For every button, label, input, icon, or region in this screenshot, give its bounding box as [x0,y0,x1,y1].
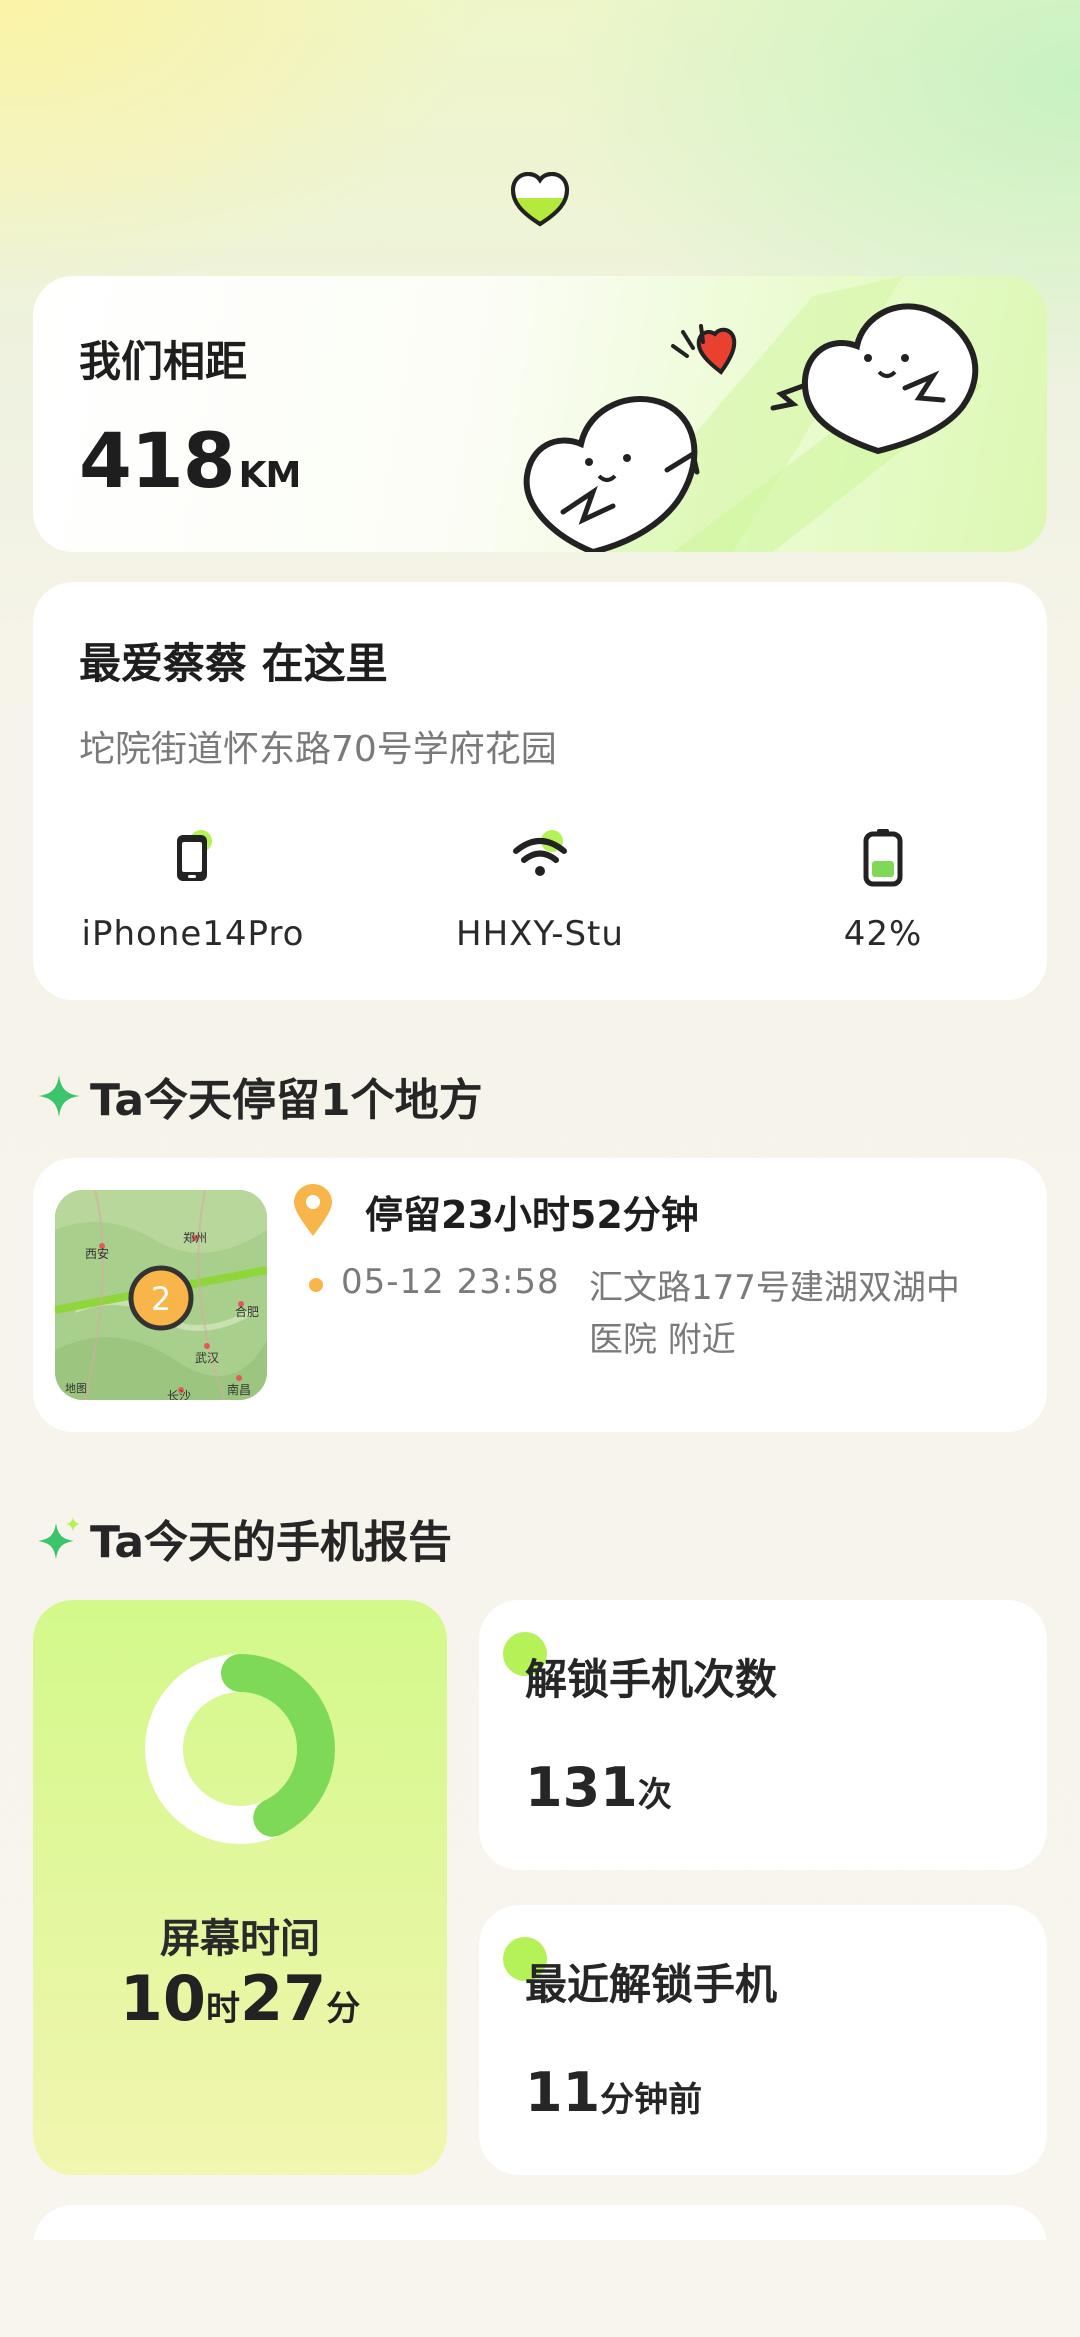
map-label-wuhan: 武汉 [195,1351,219,1365]
phone-icon [177,830,212,881]
map-label-xian: 西安 [85,1246,109,1261]
map-label-nanchang: 南昌 [227,1382,251,1397]
distance-card: 我们相距 418 KM [33,276,1047,552]
partner-address: 坨院街道怀东路70号学府花园 [79,729,557,770]
screen-minutes-unit: 分 [326,1989,361,2029]
stay-time: 05-12 23:58 [341,1262,560,1302]
screen-minutes: 27 [240,1962,327,2035]
map-label-changsha: 长沙 [167,1389,191,1400]
report-section-heading: Ta今天的手机报告 [36,1506,452,1570]
unlock-count-card[interactable]: 解锁手机次数 131次 [479,1600,1047,1870]
screen-hours-unit: 时 [206,1989,240,2029]
report-heading-text: Ta今天的手机报告 [90,1517,453,1568]
location-pin-icon [294,1184,332,1236]
map-label-maps: 地图 [65,1382,87,1395]
partner-location-card[interactable]: 最爱蔡蔡 在这里 坨院街道怀东路70号学府花园 iPhone14Pro HHXY… [33,582,1047,1000]
screen-time-ring [145,1654,335,1844]
unlock-count-title: 解锁手机次数 [525,1655,778,1704]
battery-level: 42% [843,914,923,954]
last-unlock-number: 11 [525,2061,601,2124]
screen-hours: 10 [119,1962,206,2035]
bottom-fade [0,2240,1080,2337]
last-unlock-title: 最近解锁手机 [525,1960,778,2009]
wifi-stat: HHXY-Stu [390,822,690,954]
screen-time-value: 10时27分 [33,1962,447,2035]
last-unlock-card[interactable]: 最近解锁手机 11分钟前 [479,1905,1047,2175]
map-thumbnail: 西安 郑州 合肥 武汉 南昌 长沙 地图 2 [55,1190,267,1400]
hearts-illustration [523,276,983,552]
stay-section-heading: Ta今天停留1个地方 [36,1064,483,1128]
unlock-count-unit: 次 [637,1775,672,1815]
wifi-name: HHXY-Stu [456,914,624,954]
distance-unit: KM [238,455,302,496]
time-dot [309,1278,323,1292]
map-cluster-count: 2 [151,1280,171,1318]
screen-time-label: 屏幕时间 [160,1916,320,1962]
last-unlock-unit: 分钟前 [600,2080,703,2120]
device-stat: iPhone14Pro [43,822,343,954]
sparkle-icon [38,1517,80,1559]
last-unlock-value: 11分钟前 [525,2061,702,2124]
distance-number: 418 [79,416,236,505]
distance-title: 我们相距 [79,337,248,386]
wifi-icon [513,830,567,876]
battery-icon [863,829,903,887]
distance-value: 418 KM [79,416,302,505]
stay-address: 汇文路177号建湖双湖中医院 附近 [589,1268,960,1360]
sparkle-icon [38,1075,80,1117]
partner-location-title: 最爱蔡蔡 在这里 [79,639,388,688]
app-logo-icon [510,171,570,227]
device-name: iPhone14Pro [81,914,305,954]
unlock-count-number: 131 [525,1756,638,1819]
battery-stat: 42% [733,822,1033,954]
stay-card[interactable]: 西安 郑州 合肥 武汉 南昌 长沙 地图 2 停留23小时52分钟 05-12 … [33,1158,1047,1432]
map-label-hefei: 合肥 [235,1304,259,1319]
stay-heading-text: Ta今天停留1个地方 [90,1075,483,1126]
stay-duration: 停留23小时52分钟 [365,1193,699,1237]
map-label-zhengzhou: 郑州 [183,1230,207,1245]
stay-map[interactable]: 西安 郑州 合肥 武汉 南昌 长沙 地图 2 [55,1190,267,1400]
unlock-count-value: 131次 [525,1756,672,1819]
screen-time-card[interactable]: 屏幕时间 10时27分 [33,1600,447,2175]
